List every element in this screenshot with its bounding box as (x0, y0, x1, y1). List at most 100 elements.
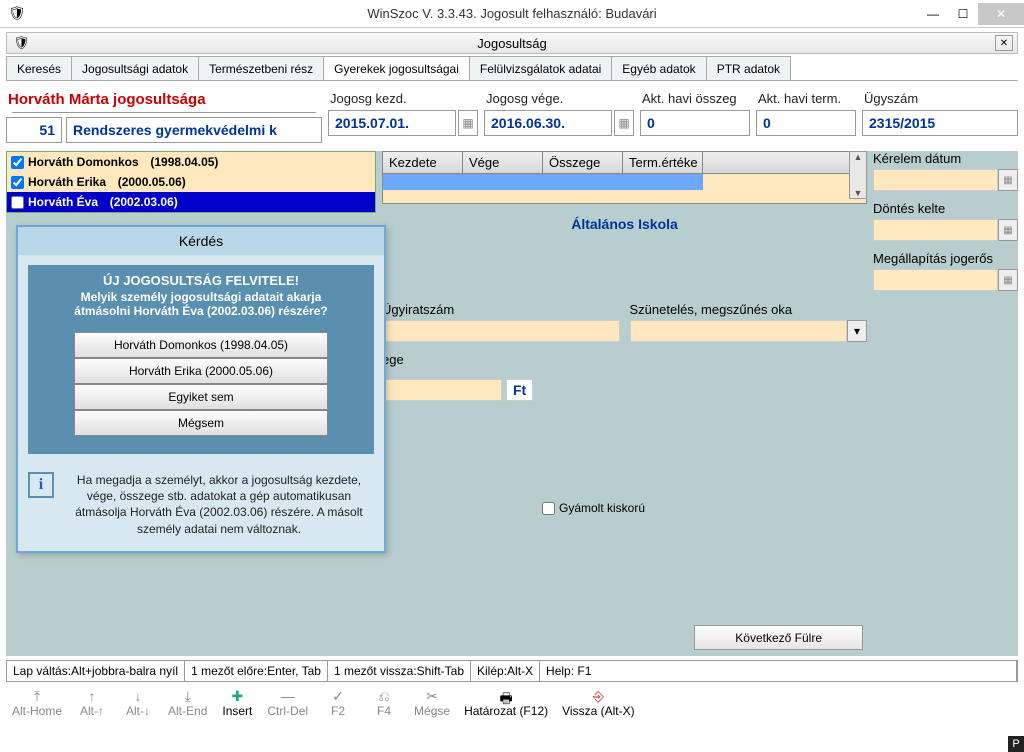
question-dialog: Kérdés ÚJ JOGOSULTSÁG FELVITELE! Melyik … (16, 225, 386, 553)
f2-button[interactable]: ✓F2 (316, 686, 360, 720)
request-date-picker[interactable]: ▦ (998, 169, 1018, 191)
minus-icon: — (281, 688, 295, 704)
col-vege[interactable]: Vége (463, 152, 543, 173)
nav-home-button[interactable]: ⤒Alt-Home (6, 686, 68, 720)
scroll-up-icon[interactable]: ▲ (854, 152, 863, 162)
tab-termeszetbeni[interactable]: Természetbeni rész (198, 56, 324, 80)
tab-felulvizsgalatok[interactable]: Felülvizsgálatok adatai (469, 56, 612, 80)
person-checkbox[interactable] (11, 196, 24, 209)
decision-button[interactable]: 🖶Határozat (F12) (458, 686, 554, 720)
person-checkbox[interactable] (11, 176, 24, 189)
window-titlebar: 🛡 WinSzoc V. 3.3.43. Jogosult felhasznál… (0, 0, 1024, 28)
case-number-field[interactable]: 2315/2015 (862, 110, 1018, 136)
dialog-option-domonkos[interactable]: Horváth Domonkos (1998.04.05) (74, 332, 328, 358)
month-term-label: Akt. havi term. (756, 85, 856, 110)
end-label: Jogosg vége. (484, 85, 634, 110)
app-icon: 🛡 (8, 5, 26, 22)
insert-button[interactable]: ✚Insert (215, 686, 259, 720)
list-item[interactable]: Horváth Éva (2002.03.06) (7, 192, 375, 212)
status-hint: 1 mezőt vissza:Shift-Tab (328, 661, 471, 681)
subwindow-header: 🛡 Jogosultság ✕ (6, 32, 1018, 54)
nav-end-button[interactable]: ⤓Alt-End (162, 686, 213, 720)
start-date-field[interactable]: 2015.07.01. (328, 110, 456, 136)
subwindow-close-button[interactable]: ✕ (995, 35, 1013, 51)
id-field[interactable]: 51 (6, 117, 62, 143)
dialog-heading: ÚJ JOGOSULTSÁG FELVITELE! (36, 273, 366, 288)
info-icon: i (28, 472, 54, 498)
tab-egyeb[interactable]: Egyéb adatok (611, 56, 706, 80)
tab-kereses[interactable]: Keresés (6, 56, 72, 80)
subwindow-title: Jogosultság (477, 36, 546, 51)
start-label: Jogosg kezd. (328, 85, 478, 110)
nav-up-button[interactable]: ↑Alt-↑ (70, 686, 114, 720)
end-icon: ⤓ (185, 688, 191, 704)
child-table-header: Kezdete Vége Összege Term.értéke (382, 151, 867, 174)
next-tab-button[interactable]: Következő Fülre (694, 625, 863, 650)
decision-date-input[interactable] (873, 219, 998, 241)
dialog-option-erika[interactable]: Horváth Erika (2000.05.06) (74, 358, 328, 384)
col-kezdete[interactable]: Kezdete (383, 152, 463, 173)
request-date-input[interactable] (873, 169, 998, 191)
corner-badge: P (1008, 736, 1024, 752)
final-date-input[interactable] (873, 269, 998, 291)
status-hint: Help: F1 (540, 661, 1017, 681)
print-icon: 🖶 (499, 688, 512, 704)
nav-down-button[interactable]: ↓Alt-↓ (116, 686, 160, 720)
dialog-option-cancel[interactable]: Mégsem (74, 410, 328, 436)
list-item[interactable]: Horváth Erika (2000.05.06) (7, 172, 375, 192)
close-button[interactable]: ✕ (978, 3, 1024, 25)
month-amount-field[interactable]: 0 (640, 110, 750, 136)
combo-dropdown-icon[interactable]: ▾ (847, 320, 867, 342)
end-date-field[interactable]: 2016.06.30. (484, 110, 612, 136)
amount-input[interactable] (382, 379, 502, 401)
status-bar: Lap váltás:Alt+jobbra-balra nyíl 1 mezőt… (6, 660, 1018, 682)
delete-button[interactable]: —Ctrl-Del (261, 686, 314, 720)
cancel-button[interactable]: ✂Mégse (408, 686, 456, 720)
request-date-label: Kérelem dátum (873, 151, 961, 166)
school-label: Általános Iskola (382, 216, 867, 232)
undo-icon: ⎌ (378, 688, 389, 704)
list-item[interactable]: Horváth Domonkos (1998.04.05) (7, 152, 375, 172)
child-table-body[interactable] (382, 174, 867, 204)
type-field[interactable]: Rendszeres gyermekvédelmi k (66, 117, 322, 143)
tab-gyerekek[interactable]: Gyerekek jogosultságai (323, 56, 470, 80)
final-date-picker[interactable]: ▦ (998, 269, 1018, 291)
case-no-label: Ügyiratszám (382, 302, 620, 320)
month-term-field[interactable]: 0 (756, 110, 856, 136)
entitlement-title: Horváth Márta jogosultsága (6, 85, 322, 112)
decision-date-picker[interactable]: ▦ (998, 219, 1018, 241)
table-scrollbar[interactable]: ▲ ▼ (849, 151, 867, 199)
tabs: Keresés Jogosultsági adatok Természetben… (6, 56, 1018, 81)
month-amount-label: Akt. havi összeg (640, 85, 750, 110)
col-osszege[interactable]: Összege (543, 152, 623, 173)
tab-jogosultsagi[interactable]: Jogosultsági adatok (71, 56, 199, 80)
pause-reason-combo[interactable] (630, 320, 848, 342)
plus-icon: ✚ (232, 688, 244, 704)
minimize-button[interactable]: — (918, 3, 948, 25)
status-hint: Lap váltás:Alt+jobbra-balra nyíl (7, 661, 185, 681)
case-no-input[interactable] (382, 320, 620, 342)
f4-button[interactable]: ⎌F4 (362, 686, 406, 720)
status-hint: Kilép:Alt-X (471, 661, 540, 681)
col-term[interactable]: Term.értéke (623, 152, 703, 173)
amount-label-partial: ege (382, 352, 867, 367)
person-checkbox[interactable] (11, 156, 24, 169)
down-icon: ↓ (135, 688, 142, 704)
end-date-picker[interactable]: ▦ (614, 110, 634, 136)
ward-minor-checkbox[interactable] (542, 502, 555, 515)
check-icon: ✓ (332, 688, 344, 704)
exit-icon: ⎆ (593, 688, 604, 704)
start-date-picker[interactable]: ▦ (458, 110, 478, 136)
final-date-label: Megállapítás jogerős (873, 251, 993, 266)
tab-ptr[interactable]: PTR adatok (706, 56, 791, 80)
dialog-option-none[interactable]: Egyiket sem (74, 384, 328, 410)
dialog-title: Kérdés (18, 227, 384, 255)
back-button[interactable]: ⎆Vissza (Alt-X) (556, 686, 640, 720)
maximize-button[interactable]: ☐ (948, 3, 978, 25)
home-icon: ⤒ (34, 688, 40, 704)
scroll-down-icon[interactable]: ▼ (854, 188, 863, 198)
up-icon: ↑ (89, 688, 96, 704)
window-title: WinSzoc V. 3.3.43. Jogosult felhasználó:… (367, 6, 656, 21)
currency-label: Ft (506, 379, 533, 401)
dialog-question: Melyik személy jogosultsági adatait akar… (36, 290, 366, 318)
